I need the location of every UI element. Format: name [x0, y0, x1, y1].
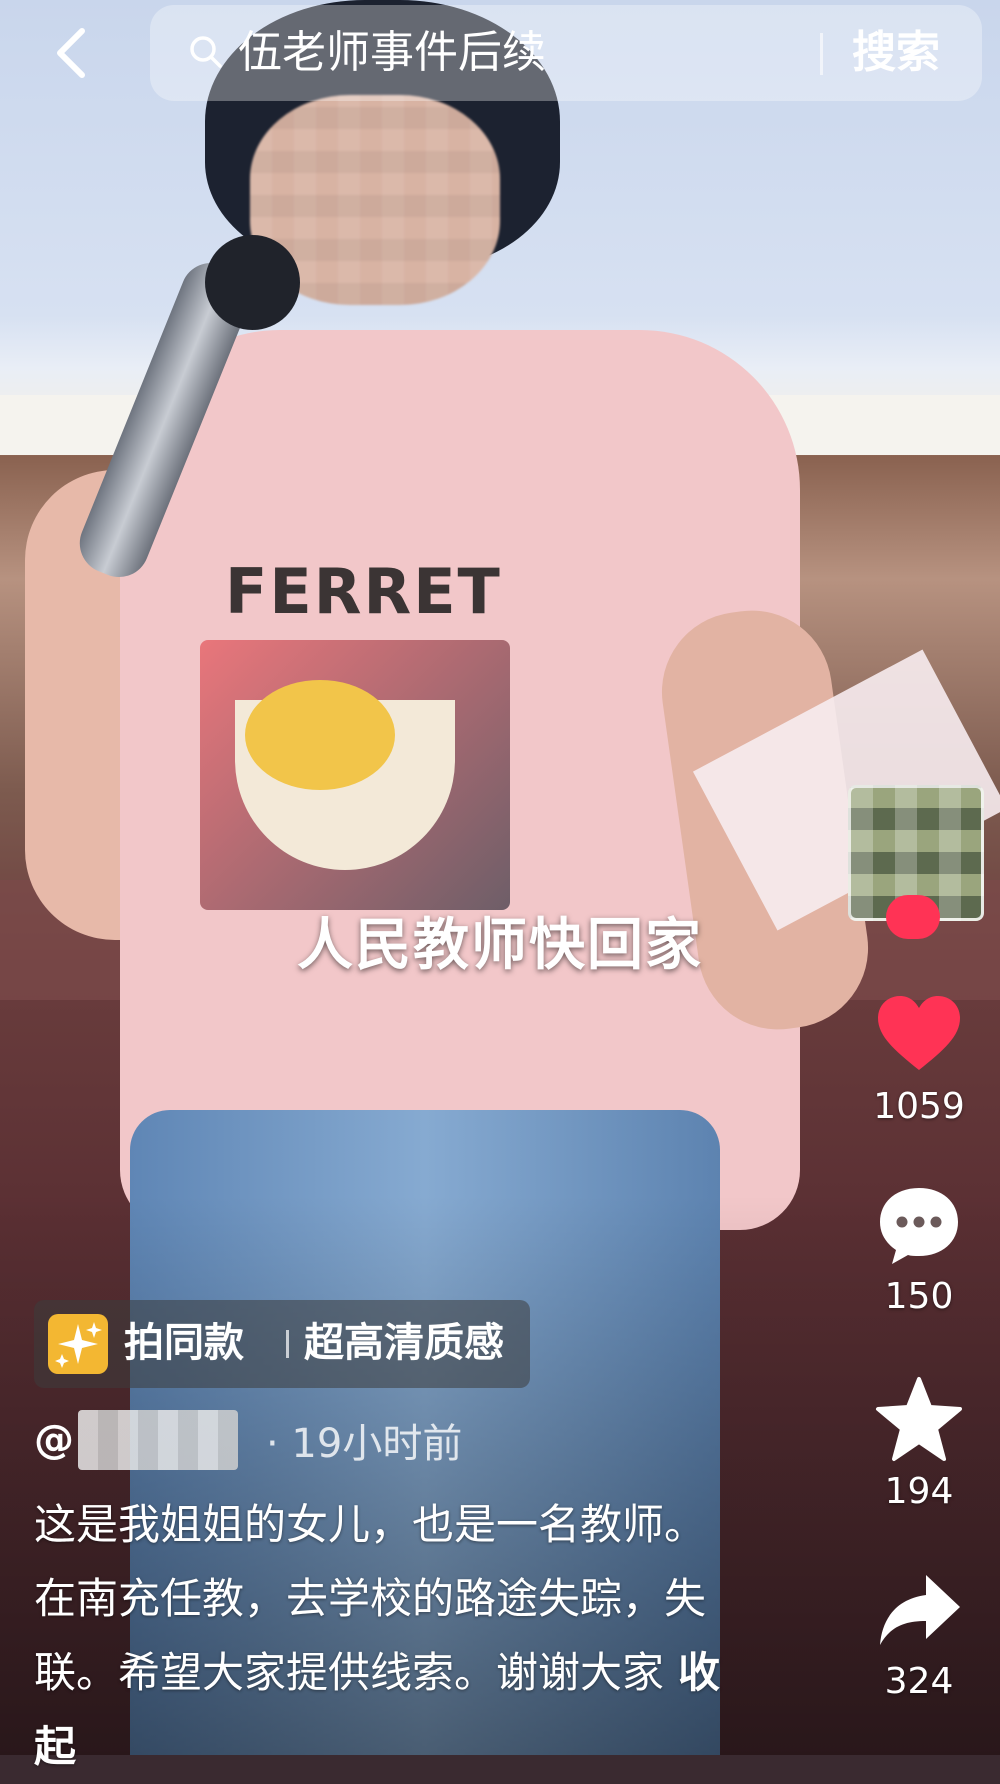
author-name-blurred[interactable] — [78, 1410, 238, 1470]
share-count: 324 — [884, 1661, 954, 1702]
comment-count: 150 — [884, 1276, 954, 1317]
like-count: 1059 — [873, 1086, 965, 1127]
star-icon — [876, 1377, 962, 1461]
search-icon — [190, 36, 222, 68]
microphone-head — [205, 235, 300, 330]
favorite-button[interactable]: 194 — [860, 1375, 978, 1512]
back-button[interactable] — [44, 18, 100, 88]
search-bar[interactable]: 伍老师事件后续 搜索 — [150, 5, 982, 101]
search-button[interactable]: 搜索 — [852, 27, 940, 79]
author-handle-prefix[interactable]: @ — [34, 1417, 74, 1463]
shirt-print-text: FERRET — [225, 555, 502, 628]
comment-button[interactable]: 150 — [860, 1180, 978, 1317]
post-description-text: 这是我姐姐的女儿，也是一名教师。在南充任教，去学校的路途失踪，失联。希望大家提供… — [34, 1500, 707, 1697]
comment-icon — [880, 1188, 958, 1264]
sparkle-icon — [48, 1314, 108, 1374]
follow-button[interactable] — [886, 895, 940, 939]
like-button[interactable]: 1059 — [860, 990, 978, 1127]
search-divider — [820, 33, 823, 75]
share-button[interactable]: 324 — [860, 1565, 978, 1702]
favorite-count: 194 — [884, 1471, 954, 1512]
heart-icon — [878, 996, 960, 1070]
chevron-left-icon — [57, 28, 85, 78]
share-arrow-icon — [880, 1575, 960, 1645]
chip-divider — [286, 1330, 289, 1358]
author-row: @ · 19小时前 — [34, 1410, 462, 1470]
template-chip-effect: 超高清质感 — [304, 1320, 504, 1366]
search-input[interactable]: 伍老师事件后续 — [238, 29, 546, 77]
shirt-print-fruit — [245, 680, 395, 790]
post-description: 这是我姐姐的女儿，也是一名教师。在南充任教，去学校的路途失踪，失联。希望大家提供… — [34, 1488, 724, 1784]
template-chip-label: 拍同款 — [124, 1320, 244, 1366]
template-chip[interactable]: 拍同款 超高清质感 — [34, 1300, 530, 1388]
post-time: · 19小时前 — [266, 1421, 463, 1467]
